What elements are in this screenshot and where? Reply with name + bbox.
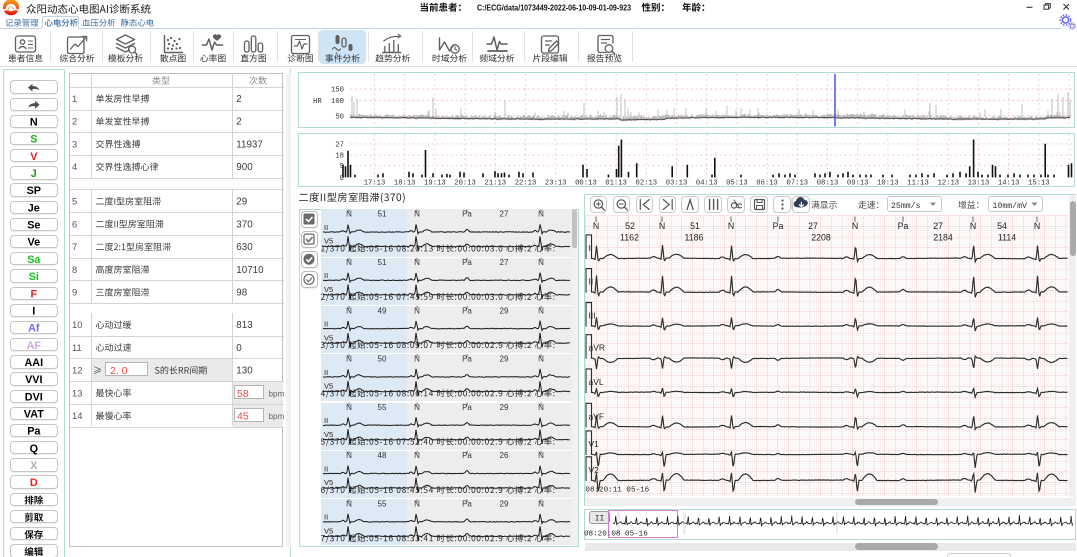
- svg-text:C:/ECG/data/1073449-2022-06-10: C:/ECG/data/1073449-2022-06-10-09-01-09-…: [477, 3, 631, 13]
